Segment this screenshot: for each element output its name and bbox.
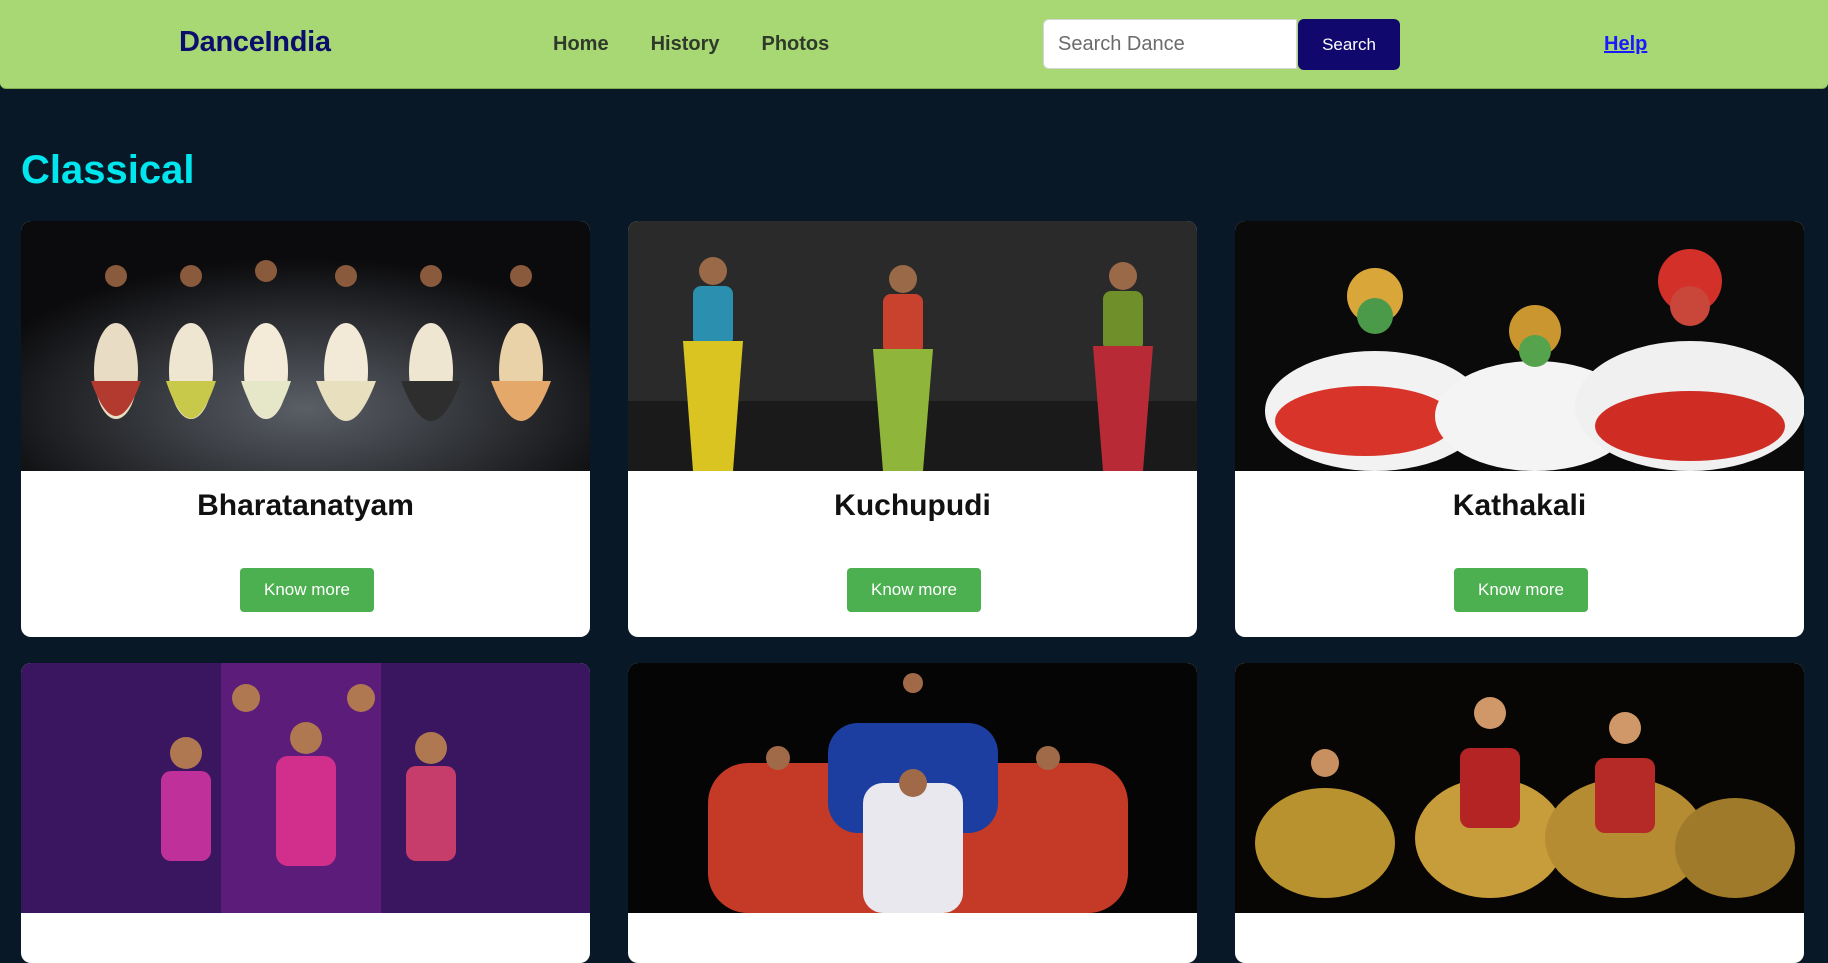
dance-card-kuchupudi: Kuchupudi Know more	[628, 221, 1197, 637]
search-input[interactable]	[1043, 19, 1297, 69]
know-more-button[interactable]: Know more	[240, 568, 374, 612]
nav-home-link[interactable]: Home	[553, 33, 609, 56]
brand-logo[interactable]: DanceIndia	[179, 26, 331, 59]
dance-card-5	[628, 663, 1197, 963]
know-more-button[interactable]: Know more	[1454, 568, 1588, 612]
nav-photos-link[interactable]: Photos	[761, 33, 829, 56]
card-title: Kathakali	[1452, 489, 1587, 522]
group-dance-photo	[628, 663, 1197, 913]
help-link[interactable]: Help	[1604, 33, 1647, 56]
nav-history-link[interactable]: History	[651, 33, 720, 56]
kuchupudi-photo	[628, 221, 1197, 471]
card-title: Bharatanatyam	[197, 489, 414, 522]
dance-card-kathakali: Kathakali Know more	[1235, 221, 1804, 637]
dance-card-bharatanatyam: Bharatanatyam Know more	[21, 221, 590, 637]
search-button[interactable]: Search	[1298, 19, 1400, 70]
navbar: DanceIndia Home History Photos Search He…	[0, 0, 1828, 89]
kathakali-photo	[1235, 221, 1804, 471]
dance-card-4	[21, 663, 590, 963]
nav-links: Home History Photos	[553, 33, 871, 56]
bharatanatyam-photo	[21, 221, 590, 471]
manipuri-photo	[1235, 663, 1804, 913]
section-title: Classical	[21, 148, 195, 192]
odissi-photo	[21, 663, 590, 913]
card-title: Kuchupudi	[834, 489, 991, 522]
dance-card-6	[1235, 663, 1804, 963]
know-more-button[interactable]: Know more	[847, 568, 981, 612]
